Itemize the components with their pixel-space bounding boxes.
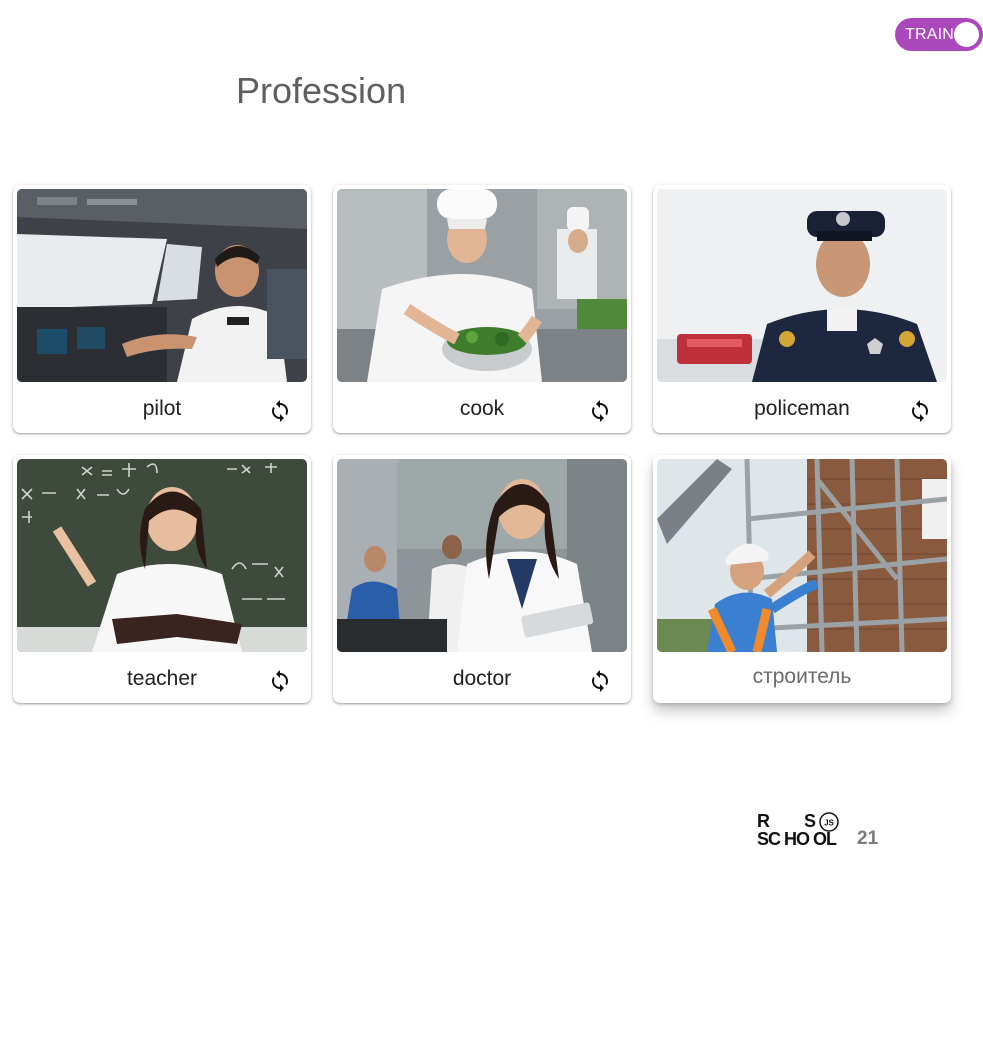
doctor-photo: [337, 459, 627, 652]
page-title: Profession: [236, 70, 407, 111]
rs-school-logo: R S JS SC HO OL 21: [757, 812, 879, 849]
toggle-label: TRAIN: [905, 25, 954, 43]
rotate-icon[interactable]: [907, 398, 933, 424]
card-word: строитель: [752, 665, 852, 688]
cook-photo: [337, 189, 627, 382]
card-image-doctor: [337, 459, 627, 652]
card-doctor[interactable]: doctor: [333, 455, 631, 703]
policeman-photo: [657, 189, 947, 382]
rotate-icon[interactable]: [587, 668, 613, 694]
card-image-teacher: [17, 459, 307, 652]
teacher-photo: [17, 459, 307, 652]
svg-text:SC HO OL: SC HO OL: [757, 829, 837, 849]
card-pilot[interactable]: pilot: [13, 185, 311, 433]
card-policeman[interactable]: policeman: [653, 185, 951, 433]
card-cook[interactable]: cook: [333, 185, 631, 433]
svg-text:21: 21: [857, 828, 879, 849]
rotate-icon[interactable]: [267, 398, 293, 424]
card-image-cook: [337, 189, 627, 382]
card-image-builder: [657, 459, 947, 652]
card-teacher[interactable]: teacher: [13, 455, 311, 703]
pilot-photo: [17, 189, 307, 382]
card-image-pilot: [17, 189, 307, 382]
train-mode-toggle[interactable]: TRAIN: [895, 18, 983, 51]
svg-text:JS: JS: [824, 819, 834, 828]
card-image-policeman: [657, 189, 947, 382]
builder-photo: [657, 459, 947, 652]
rotate-icon[interactable]: [587, 398, 613, 424]
card-builder[interactable]: строитель: [653, 455, 951, 703]
toggle-knob[interactable]: [954, 22, 979, 47]
rotate-icon[interactable]: [267, 668, 293, 694]
